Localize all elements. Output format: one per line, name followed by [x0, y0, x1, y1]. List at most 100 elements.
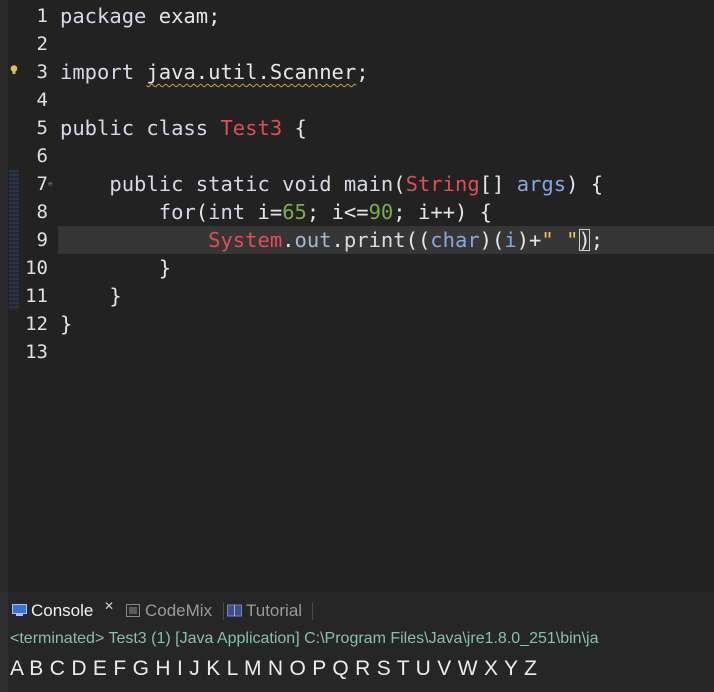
code-text[interactable]: }	[60, 254, 171, 282]
change-marker	[9, 226, 19, 254]
keyword: import	[60, 60, 135, 84]
code-editor[interactable]: 1 package exam; 2 3 import java.util.Sca…	[0, 0, 714, 592]
console-tab-bar: Console ✕ CodeMix Tutorial	[8, 598, 714, 624]
code-token: []	[479, 172, 505, 196]
tab-tutorial[interactable]: Tutorial	[227, 598, 302, 624]
code-token: ++) {	[430, 200, 493, 224]
code-token: exam;	[146, 4, 221, 28]
code-token: .	[282, 228, 295, 252]
code-token: =	[269, 200, 283, 224]
code-line-8[interactable]: 8 for(int i=65; i<=90; i++) {	[0, 198, 714, 226]
class-name: System	[208, 228, 283, 252]
change-marker	[9, 254, 19, 282]
code-token: {	[282, 116, 307, 140]
tab-console[interactable]: Console	[12, 598, 93, 624]
code-token: <=	[343, 200, 369, 224]
parameter: args	[516, 172, 567, 196]
keyword: int	[208, 200, 246, 224]
line-number: 12	[25, 313, 48, 335]
code-text[interactable]: }	[60, 310, 72, 338]
keyword: char	[430, 228, 480, 252]
code-line-6[interactable]: 6	[0, 142, 714, 170]
change-marker	[9, 282, 19, 310]
variable: i	[504, 228, 517, 252]
variable: i	[257, 200, 270, 224]
line-number: 10	[25, 257, 48, 279]
line-number: 8	[36, 201, 48, 223]
code-line-5[interactable]: 5 public class Test3 {	[0, 114, 714, 142]
method-name: main	[343, 172, 394, 196]
code-text[interactable]: package exam;	[60, 2, 220, 30]
line-number: 5	[36, 117, 48, 139]
line-number: 9	[36, 229, 48, 251]
tutorial-icon	[227, 604, 242, 617]
code-token: )(	[479, 228, 505, 252]
line-number: 3	[36, 61, 48, 83]
code-token: ;	[306, 200, 332, 224]
code-line-2[interactable]: 2	[0, 30, 714, 58]
code-text[interactable]: }	[60, 282, 122, 310]
console-output: A B C D E F G H I J K L M N O P Q R S T …	[10, 657, 538, 680]
code-text[interactable]: System.out.print((char)(i)+" ");	[60, 226, 603, 254]
code-text[interactable]: public static void main(String[] args) {	[60, 170, 603, 198]
tab-label: Console	[31, 601, 94, 620]
code-line-4[interactable]: 4	[0, 86, 714, 114]
tab-label: CodeMix	[145, 601, 213, 620]
line-number: 6	[36, 145, 48, 167]
console-icon	[12, 604, 27, 616]
tab-separator	[312, 602, 313, 620]
code-line-13[interactable]: 13	[0, 338, 714, 366]
code-token: (	[393, 172, 406, 196]
code-token: }	[158, 256, 172, 280]
tab-codemix[interactable]: CodeMix	[126, 598, 212, 624]
panel-left-strip	[0, 592, 8, 692]
number-literal: 90	[368, 200, 394, 224]
close-icon[interactable]: ✕	[104, 599, 114, 613]
method-name: print	[343, 228, 406, 252]
line-number: 2	[36, 33, 48, 55]
line-number: 13	[25, 341, 48, 363]
variable: i	[417, 200, 431, 224]
code-token: ((	[405, 228, 431, 252]
code-token: ;	[393, 200, 418, 224]
code-token: }	[109, 284, 122, 308]
code-line-3[interactable]: 3 import java.util.Scanner;	[0, 58, 714, 86]
line-number: 11	[25, 285, 48, 307]
code-line-9[interactable]: 9 System.out.print((char)(i)+" ");	[0, 226, 714, 254]
codemix-icon	[126, 604, 140, 617]
code-line-1[interactable]: 1 package exam;	[0, 2, 714, 30]
class-name: Test3	[220, 116, 283, 140]
code-text[interactable]: for(int i=65; i<=90; i++) {	[60, 198, 492, 226]
keyword: public static void	[109, 172, 332, 196]
line-number: 7	[36, 173, 48, 195]
number-literal: 65	[282, 200, 307, 224]
code-token: }	[60, 312, 73, 336]
code-token: (	[195, 200, 209, 224]
console-panel: Console ✕ CodeMix Tutorial <terminated> …	[0, 592, 714, 692]
code-token: ) {	[566, 172, 604, 196]
code-token: ;	[356, 60, 369, 84]
change-marker	[9, 198, 19, 226]
lightbulb-icon[interactable]	[10, 65, 18, 75]
tab-label: Tutorial	[246, 601, 303, 620]
code-line-11[interactable]: 11 }	[0, 282, 714, 310]
tab-separator	[223, 602, 224, 620]
code-token: .	[331, 228, 344, 252]
matching-bracket: )	[578, 228, 591, 252]
fold-collapse-icon[interactable]: ⊖	[48, 181, 52, 188]
line-number: 4	[36, 89, 48, 111]
variable: i	[331, 200, 344, 224]
change-marker	[9, 170, 19, 198]
keyword: package	[60, 4, 147, 28]
code-token: )+	[516, 228, 542, 252]
code-text[interactable]: public class Test3 {	[60, 114, 307, 142]
import-warning-token[interactable]: java.util.Scanner	[146, 60, 356, 84]
string-literal: " "	[541, 228, 579, 252]
keyword: public class	[60, 116, 209, 140]
line-number: 1	[36, 5, 48, 27]
code-line-12[interactable]: 12 }	[0, 310, 714, 338]
keyword: for	[158, 200, 196, 224]
code-line-10[interactable]: 10 }	[0, 254, 714, 282]
code-text[interactable]: import java.util.Scanner;	[60, 58, 369, 86]
code-line-7[interactable]: 7 ⊖ public static void main(String[] arg…	[0, 170, 714, 198]
